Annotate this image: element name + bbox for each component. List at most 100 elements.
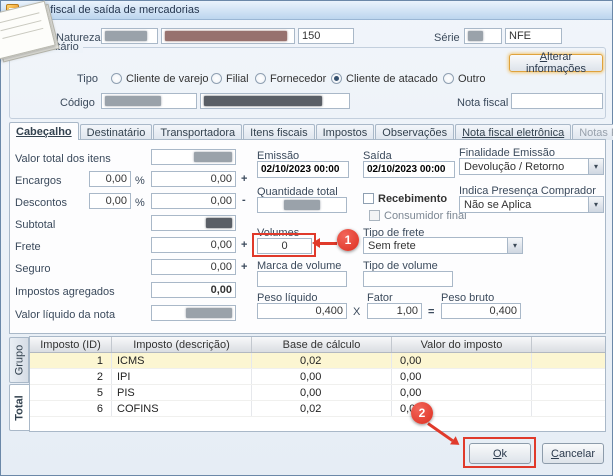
plus-symbol: +	[241, 261, 247, 273]
frete-field[interactable]: 0,00	[151, 237, 236, 253]
tab-transportadora[interactable]: Transportadora	[153, 124, 242, 140]
annotation-box-ok	[463, 437, 536, 468]
natureza-number-field[interactable]: 150	[298, 28, 354, 44]
col-header-filler	[532, 337, 605, 352]
redacted-value	[284, 200, 320, 210]
table-row[interactable]: 6 COFINS 0,02 0,00	[30, 401, 605, 417]
redacted-value	[165, 31, 287, 41]
cancel-button-label: Cancelar	[551, 448, 595, 460]
tab-bar: Cabeçalho Destinatário Transportadora It…	[9, 122, 606, 140]
recebimento-checkbox[interactable]: Recebimento	[363, 192, 447, 205]
encargos-label: Encargos	[15, 175, 61, 187]
radio-label: Cliente de atacado	[346, 73, 438, 85]
peso-liquido-field[interactable]: 0,400	[257, 303, 347, 319]
col-header-valor-imposto[interactable]: Valor do imposto	[392, 337, 532, 352]
redacted-value	[468, 31, 483, 41]
cell-filler	[532, 369, 605, 384]
radio-cliente-varejo[interactable]: Cliente de varejo	[111, 72, 209, 85]
cell-base-calculo: 0,00	[252, 385, 392, 400]
tipo-volume-field[interactable]	[363, 271, 453, 287]
natureza-description-field[interactable]	[161, 28, 295, 44]
subtotal-field[interactable]	[151, 215, 236, 231]
tab-itens-fiscais[interactable]: Itens fiscais	[243, 124, 314, 140]
col-header-imposto-descricao[interactable]: Imposto (descrição)	[112, 337, 252, 352]
redacted-value	[186, 308, 232, 318]
descontos-value-field[interactable]: 0,00	[151, 193, 236, 209]
equals-symbol: =	[428, 306, 434, 318]
table-row[interactable]: 1 ICMS 0,02 0,00	[30, 353, 605, 369]
redacted-value	[206, 218, 232, 228]
encargos-percent-field[interactable]: 0,00	[89, 171, 131, 187]
tipo-label: Tipo	[77, 73, 98, 85]
radio-fornecedor[interactable]: Fornecedor	[255, 72, 326, 85]
side-tab-grupo[interactable]: Grupo	[9, 337, 29, 383]
annotation-box-volumes	[252, 233, 316, 257]
redacted-value	[105, 96, 161, 106]
cell-base-calculo: 0,02	[252, 353, 392, 368]
radio-cliente-atacado[interactable]: Cliente de atacado	[331, 72, 438, 85]
cell-valor-imposto: 0,00	[392, 385, 532, 400]
annotation-step-1: 1	[337, 229, 359, 251]
minus-symbol: -	[242, 194, 246, 206]
table-row[interactable]: 2 IPI 0,00 0,00	[30, 369, 605, 385]
indica-presenca-select[interactable]: Não se Aplica ▾	[459, 196, 604, 213]
tab-impostos[interactable]: Impostos	[316, 124, 375, 140]
percent-symbol: %	[135, 175, 145, 187]
valor-total-itens-label: Valor total dos itens	[15, 153, 111, 165]
natureza-code-field[interactable]	[101, 28, 158, 44]
descontos-percent-field[interactable]: 0,00	[89, 193, 131, 209]
fator-field[interactable]: 1,00	[367, 303, 422, 319]
encargos-value-field[interactable]: 0,00	[151, 171, 236, 187]
emissao-field[interactable]: 02/10/2023 00:00	[257, 161, 349, 178]
tab-label: Notas Referenciadas	[579, 127, 613, 139]
valor-liquido-field[interactable]	[151, 305, 236, 321]
chevron-down-icon[interactable]: ▾	[588, 159, 603, 174]
cell-valor-imposto: 0,00	[392, 353, 532, 368]
radio-icon	[111, 73, 122, 84]
marca-volume-field[interactable]	[257, 271, 347, 287]
seguro-field[interactable]: 0,00	[151, 259, 236, 275]
tab-label: Transportadora	[160, 127, 235, 139]
nota-fiscal-field[interactable]	[511, 93, 603, 109]
tab-cabecalho[interactable]: Cabeçalho	[9, 122, 79, 140]
alterar-informacoes-button[interactable]: Alterar informações	[509, 54, 603, 72]
radio-outro[interactable]: Outro	[443, 72, 486, 85]
tab-observacoes[interactable]: Observações	[375, 124, 454, 140]
radio-filial[interactable]: Filial	[211, 72, 249, 85]
saida-field[interactable]: 02/10/2023 00:00	[363, 161, 455, 178]
descontos-label: Descontos	[15, 197, 67, 209]
title-bar[interactable]: Nota fiscal de saída de mercadorias	[1, 1, 612, 20]
valor-total-itens-field[interactable]	[151, 149, 236, 165]
destinatario-nome-field[interactable]	[200, 93, 350, 109]
tipo-frete-select[interactable]: Sem frete ▾	[363, 237, 523, 254]
tab-nota-fiscal-eletronica[interactable]: Nota fiscal eletrônica	[455, 124, 571, 140]
chevron-down-icon[interactable]: ▾	[507, 238, 522, 253]
tab-label: Itens fiscais	[250, 127, 307, 139]
codigo-field[interactable]	[101, 93, 197, 109]
percent-symbol: %	[135, 197, 145, 209]
codigo-label: Código	[60, 97, 95, 109]
serie-field[interactable]	[464, 28, 502, 44]
radio-label: Fornecedor	[270, 73, 326, 85]
chevron-glyph: ▾	[594, 162, 598, 171]
chevron-down-icon[interactable]: ▾	[588, 197, 603, 212]
consumidor-final-checkbox[interactable]: Consumidor final	[369, 209, 467, 222]
finalidade-emissao-select[interactable]: Devolução / Retorno ▾	[459, 158, 604, 175]
col-header-base-calculo[interactable]: Base de cálculo	[252, 337, 392, 352]
chevron-glyph: ▾	[594, 200, 598, 209]
cell-filler	[532, 385, 605, 400]
impostos-agregados-field[interactable]: 0,00	[151, 282, 236, 298]
quantidade-total-field[interactable]	[257, 197, 347, 213]
serie-label: Série	[434, 32, 460, 44]
cancel-button[interactable]: Cancelar	[542, 443, 604, 464]
dialog-window: Nota fiscal de saída de mercadorias Natu…	[0, 0, 613, 476]
col-header-imposto-id[interactable]: Imposto (ID)	[30, 337, 112, 352]
table-row[interactable]: 5 PIS 0,00 0,00	[30, 385, 605, 401]
peso-bruto-field[interactable]: 0,400	[441, 303, 521, 319]
checkbox-icon	[369, 210, 380, 221]
side-tab-total[interactable]: Total	[9, 384, 30, 431]
subtotal-label: Subtotal	[15, 219, 55, 231]
tab-label: Impostos	[323, 127, 368, 139]
tab-destinatario[interactable]: Destinatário	[80, 124, 153, 140]
doc-type-field[interactable]: NFE	[505, 28, 562, 44]
